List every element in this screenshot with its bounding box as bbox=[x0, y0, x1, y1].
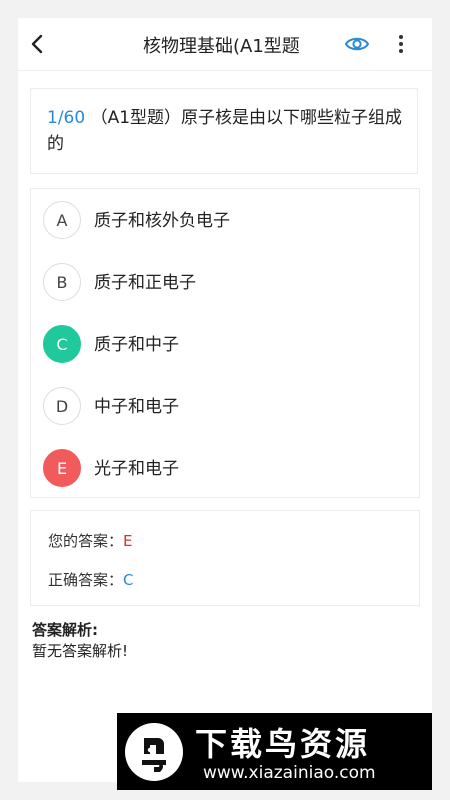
option-text: 质子和正电子 bbox=[94, 273, 196, 293]
your-answer-value: E bbox=[123, 532, 133, 550]
answer-summary: 您的答案：E 正确答案：C bbox=[30, 510, 420, 606]
top-bar: 核物理基础(A1型题 bbox=[18, 18, 432, 71]
watermark-url: www.xiazainiao.com bbox=[203, 763, 376, 783]
option-text: 中子和电子 bbox=[94, 397, 179, 417]
option-d[interactable]: D 中子和电子 bbox=[43, 387, 403, 427]
options-list: A 质子和核外负电子 B 质子和正电子 C 质子和中子 D 中子和电子 E 光子… bbox=[30, 188, 420, 498]
option-b[interactable]: B 质子和正电子 bbox=[43, 263, 403, 303]
chevron-left-icon[interactable] bbox=[26, 32, 50, 56]
question-index: 1/60 bbox=[47, 108, 86, 128]
option-c[interactable]: C 质子和中子 bbox=[43, 325, 403, 365]
analysis-title: 答案解析: bbox=[32, 621, 98, 639]
option-e[interactable]: E 光子和电子 bbox=[43, 449, 403, 489]
correct-answer-row: 正确答案：C bbox=[48, 569, 134, 590]
page-title: 核物理基础(A1型题 bbox=[143, 36, 300, 57]
option-a[interactable]: A 质子和核外负电子 bbox=[43, 201, 403, 241]
correct-answer-value: C bbox=[123, 571, 134, 589]
correct-answer-label: 正确答案： bbox=[48, 571, 124, 589]
question-text: （A1型题）原子核是由以下哪些粒子组成的 bbox=[47, 108, 403, 154]
eye-icon[interactable] bbox=[344, 32, 370, 56]
your-answer-row: 您的答案：E bbox=[48, 530, 133, 551]
phone-screen: 核物理基础(A1型题 1/60 （A1型题）原子核是由以下哪些粒子组成的 A 质… bbox=[18, 18, 432, 782]
option-letter: A bbox=[43, 201, 81, 239]
option-text: 光子和电子 bbox=[94, 459, 179, 479]
option-letter: E bbox=[43, 449, 81, 487]
option-letter: D bbox=[43, 387, 81, 425]
watermark-banner: 下载鸟资源 www.xiazainiao.com bbox=[117, 713, 432, 790]
option-text: 质子和核外负电子 bbox=[94, 211, 230, 231]
analysis-text: 暂无答案解析! bbox=[32, 642, 129, 660]
watermark-brand: 下载鸟资源 bbox=[195, 725, 371, 763]
option-letter: B bbox=[43, 263, 81, 301]
your-answer-label: 您的答案： bbox=[48, 532, 124, 550]
bird-logo-icon bbox=[124, 722, 184, 782]
option-letter: C bbox=[43, 325, 81, 363]
question-card: 1/60 （A1型题）原子核是由以下哪些粒子组成的 bbox=[30, 88, 418, 174]
option-text: 质子和中子 bbox=[94, 335, 179, 355]
more-vertical-icon[interactable] bbox=[396, 34, 406, 54]
